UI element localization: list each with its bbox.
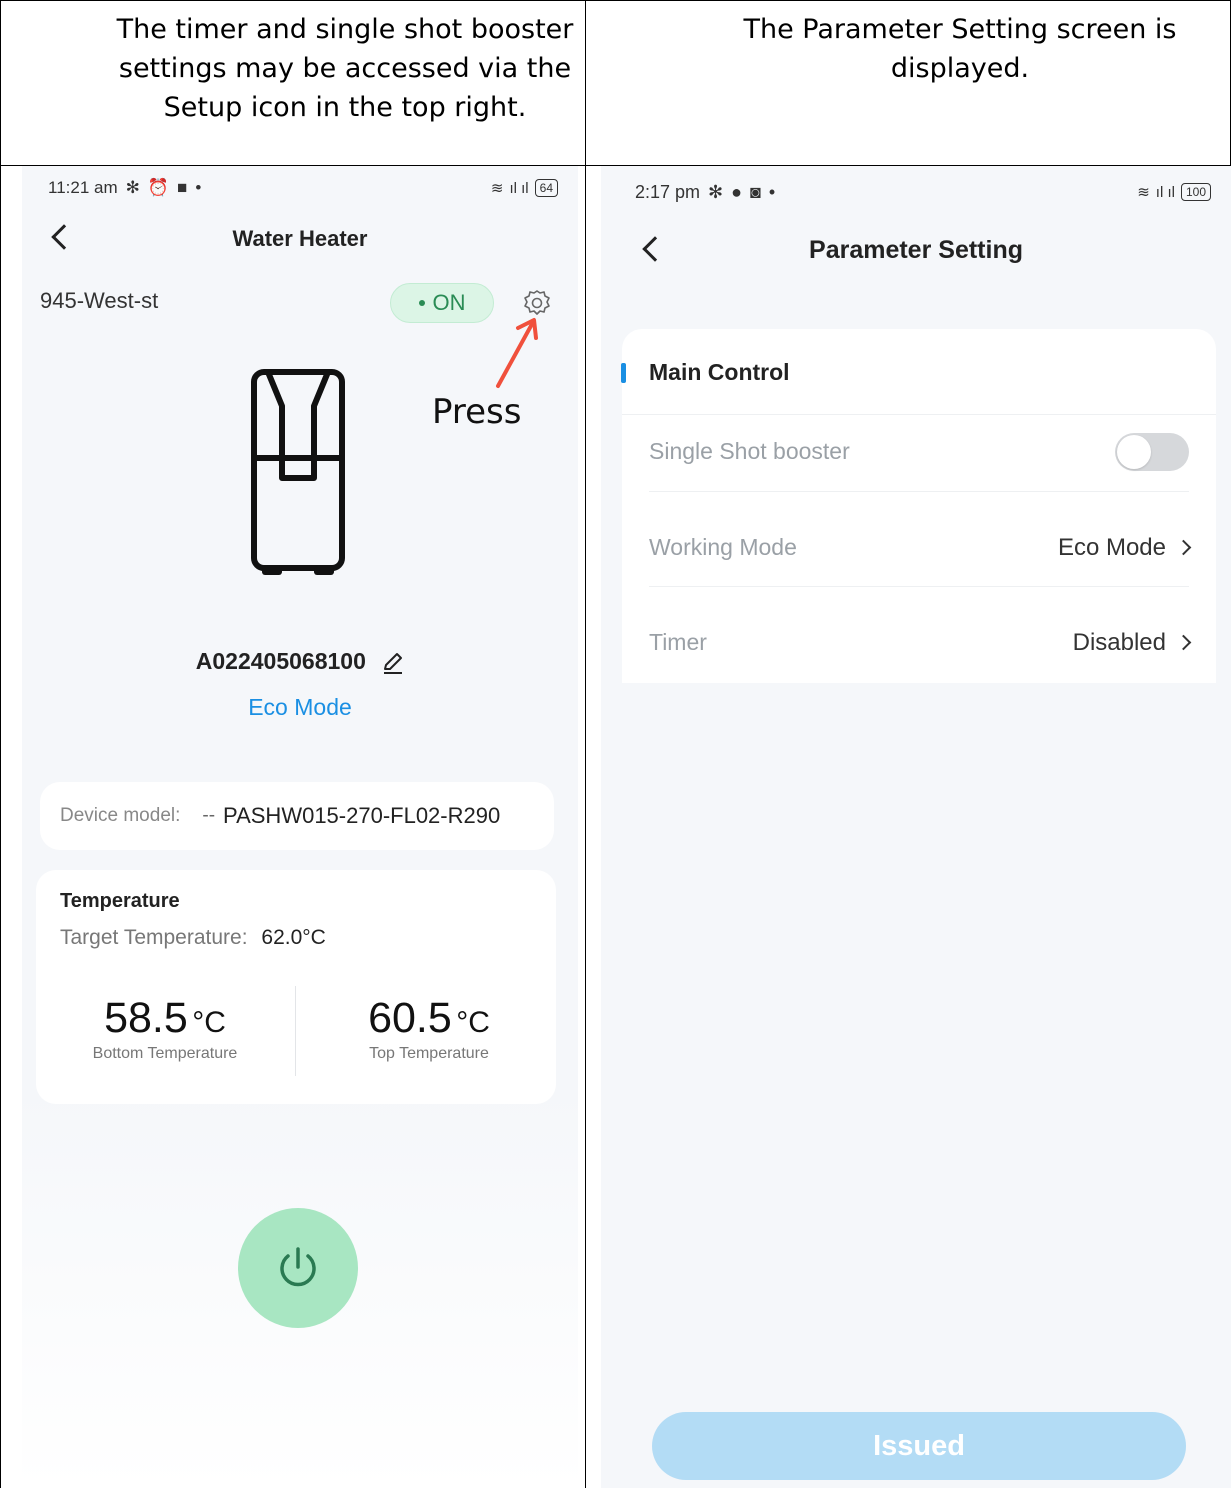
bottom-temperature: 58.5 °C Bottom Temperature <box>80 994 250 1063</box>
caption-right: The Parameter Setting screen is displaye… <box>743 14 1177 84</box>
device-model-card: Device model: -- PASHW015-270-FL02-R290 <box>40 782 554 850</box>
status-dot-icon <box>418 300 425 306</box>
single-shot-booster-toggle[interactable] <box>1115 432 1189 471</box>
top-temperature-value: 60.5 <box>368 994 452 1042</box>
battery-icon: 64 <box>534 179 558 197</box>
row-label: Timer <box>649 629 707 655</box>
gear-icon[interactable] <box>522 288 552 318</box>
parameter-setting-screen: 2:17 pm ✻ ● ◙ • ≋ ıl ıl 100 Parameter Se… <box>601 166 1231 1488</box>
row-timer[interactable]: Timer Disabled <box>649 595 1192 690</box>
status-time-right: 2:17 pm <box>635 181 701 202</box>
temperature-divider <box>295 986 296 1076</box>
main-control-card: Main Control Single Shot booster Working… <box>621 329 1216 683</box>
battery-icon: 100 <box>1180 183 1211 201</box>
working-mode-value: Eco Mode <box>1057 533 1166 561</box>
bottom-temperature-value: 58.5 <box>104 994 188 1042</box>
top-temperature: 60.5 °C Top Temperature <box>344 994 514 1063</box>
target-temperature-row: Target Temperature: 62.0°C <box>60 926 326 950</box>
chat-icon: ● <box>731 181 743 202</box>
status-time: 11:21 am <box>48 178 118 197</box>
app-notification-icon: ◙ <box>750 181 761 202</box>
row-value: Disabled <box>1072 628 1192 657</box>
table-border-left <box>0 0 1 1488</box>
water-heater-screen: 11:21 am ✻ ⏰ ■ • ≋ ıl ıl 64 Water Heater… <box>22 166 578 1488</box>
row-label: Single Shot booster <box>649 438 850 464</box>
chevron-right-icon <box>1175 634 1192 651</box>
bluetooth-icon: ✻ <box>125 178 140 197</box>
app-notification-icon: ■ <box>177 178 188 197</box>
signal-icon: ıl ıl <box>1155 183 1175 201</box>
device-model-dash: -- <box>202 805 216 826</box>
alarm-icon: ⏰ <box>147 178 170 197</box>
row-label: Working Mode <box>649 534 797 560</box>
status-bar-right: 2:17 pm ✻ ● ◙ • ≋ ıl ıl 100 <box>635 172 1231 212</box>
page-title: Water Heater <box>232 226 368 251</box>
toggle-knob <box>1117 434 1151 469</box>
wifi-icon: ≋ <box>1137 184 1150 201</box>
divider <box>649 491 1189 492</box>
status-badge-label: ON <box>432 290 466 315</box>
edit-pencil-icon[interactable] <box>382 652 404 674</box>
bottom-temperature-label: Bottom Temperature <box>92 1045 238 1062</box>
section-accent-bar <box>621 363 626 383</box>
status-badge[interactable]: ON <box>390 283 494 323</box>
caption-left: The timer and single shot booster settin… <box>116 14 574 123</box>
temperature-heading: Temperature <box>60 890 180 912</box>
wifi-icon: ≋ <box>490 180 504 197</box>
target-temperature-value: 62.0°C <box>261 926 326 949</box>
bluetooth-icon: ✻ <box>708 181 724 202</box>
bottom-temperature-unit: °C <box>192 1006 226 1039</box>
more-dot-icon: • <box>768 181 776 202</box>
annotation-arrow-icon <box>496 318 538 388</box>
row-value: Eco Mode <box>1057 533 1192 562</box>
signal-icon: ıl ıl <box>509 179 529 197</box>
chevron-right-icon <box>1175 539 1192 556</box>
table-border-top <box>0 0 1231 1</box>
section-title: Main Control <box>649 359 790 385</box>
water-heater-icon <box>251 369 345 575</box>
issued-button[interactable]: Issued <box>652 1412 1186 1480</box>
device-id-row: A022405068100 <box>22 648 578 675</box>
device-id: A022405068100 <box>195 648 366 674</box>
device-model-label: Device model: <box>60 805 181 826</box>
more-dot-icon: • <box>195 178 202 197</box>
row-single-shot-booster: Single Shot booster <box>649 404 1189 499</box>
divider <box>649 586 1189 587</box>
table-column-divider <box>585 0 586 1488</box>
top-temperature-unit: °C <box>456 1006 490 1039</box>
power-icon <box>280 1247 316 1287</box>
power-button[interactable] <box>238 1208 358 1328</box>
temperature-card: Temperature Target Temperature: 62.0°C 5… <box>36 870 556 1104</box>
target-temperature-label: Target Temperature: <box>60 926 248 949</box>
location-label: 945-West-st <box>40 288 159 313</box>
annotation-press: Press <box>432 392 522 432</box>
status-bar: 11:21 am ✻ ⏰ ■ • ≋ ıl ıl 64 <box>48 168 578 208</box>
mode-label[interactable]: Eco Mode <box>22 694 578 721</box>
timer-value: Disabled <box>1072 628 1166 656</box>
top-temperature-label: Top Temperature <box>369 1045 489 1062</box>
row-working-mode[interactable]: Working Mode Eco Mode <box>649 500 1192 595</box>
page-title: Parameter Setting <box>809 236 1023 264</box>
device-model-value: PASHW015-270-FL02-R290 <box>223 803 501 828</box>
